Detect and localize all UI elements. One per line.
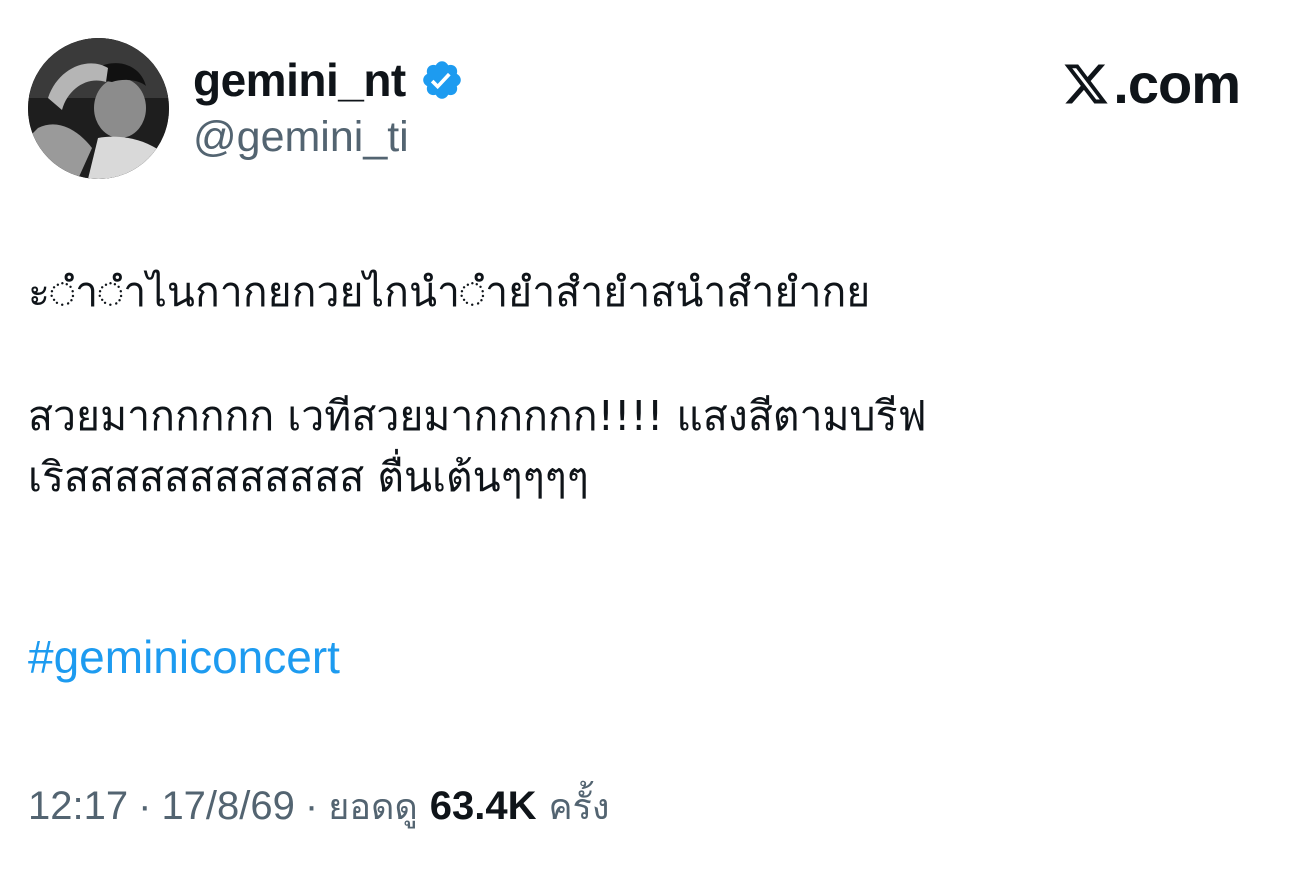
user-name-row: gemini_nt: [193, 50, 464, 110]
tweet-line: เริสสสสสสสสสสสส ตื่นเต้นๆๆๆๆ: [28, 453, 589, 501]
meta-separator: ·: [138, 784, 152, 828]
tweet-line: สวยมากกกกก เวทีสวยมากกกกก!!!! แสงสีตามบร…: [28, 391, 927, 440]
views-suffix: ครั้ง: [548, 787, 610, 828]
tweet-meta: 12:17 · 17/8/69 · ยอดดู 63.4K ครั้ง: [28, 782, 609, 830]
tweet-date[interactable]: 17/8/69: [161, 782, 294, 830]
profile-photo: [28, 38, 169, 179]
verified-badge-icon: [422, 61, 461, 99]
display-name[interactable]: gemini_nt: [193, 57, 406, 103]
views-count: 63.4K: [429, 784, 537, 828]
tweet-time[interactable]: 12:17: [28, 782, 128, 830]
brand-domain: .com: [1113, 52, 1241, 115]
tweet-line: ะ◌ํา◌ําไนกากยกวยไกนํา◌ํายําสํายําสนําสํา…: [28, 268, 871, 316]
x-com-logo: .com: [1061, 52, 1241, 115]
x-logo-icon: [1064, 64, 1108, 104]
views-label: ยอดดู: [328, 787, 418, 828]
user-handle[interactable]: @gemini_ti: [193, 113, 409, 161]
avatar[interactable]: [28, 38, 169, 179]
tweet-text: ะ◌ํา◌ําไนกากยกวยไกนํา◌ํายําสํายําสนําสํา…: [28, 262, 1258, 509]
hashtag-link[interactable]: #geminiconcert: [28, 630, 340, 685]
meta-separator: ·: [304, 784, 319, 828]
